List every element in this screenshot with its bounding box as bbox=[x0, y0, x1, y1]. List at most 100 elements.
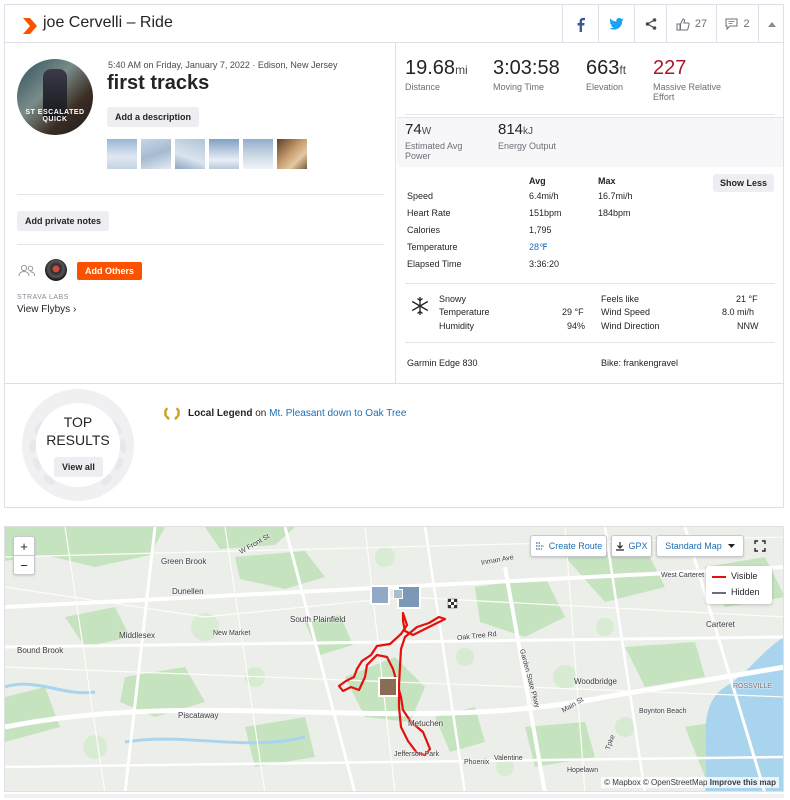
photo-marker[interactable] bbox=[370, 585, 390, 605]
photo-marker[interactable] bbox=[393, 585, 421, 609]
stat-power: 74W Estimated Avg Power bbox=[405, 121, 463, 161]
activity-card: joe Cervelli – Ride 27 2 ST ESCALATED QU… bbox=[4, 4, 784, 508]
weather-humidity-label: Humidity bbox=[439, 321, 475, 331]
weather-wind-dir-label: Wind Direction bbox=[601, 321, 660, 331]
twitter-icon bbox=[609, 18, 624, 30]
detail-row-avg: 28℉ bbox=[529, 242, 548, 252]
avatar-caption: ST ESCALATED QUICK bbox=[25, 109, 85, 123]
visible-swatch bbox=[712, 576, 726, 578]
stat-relative-effort[interactable]: 227 Massive Relative Effort bbox=[653, 57, 743, 102]
kudos-button[interactable]: 27 bbox=[666, 5, 716, 43]
place-label: Middlesex bbox=[119, 631, 156, 640]
show-less-button[interactable]: Show Less bbox=[713, 174, 775, 192]
place-label: Carteret bbox=[706, 620, 735, 629]
local-legend-laurel-icon bbox=[164, 407, 180, 420]
photo-marker[interactable] bbox=[378, 677, 398, 697]
place-label: Jefferson Park bbox=[394, 751, 440, 758]
weather-temperature-label: Temperature bbox=[439, 307, 490, 317]
map-attribution: © Mapbox © OpenStreetMap Improve this ma… bbox=[601, 777, 779, 788]
kudos-count: 27 bbox=[694, 18, 708, 30]
weather-temperature: 29 °F bbox=[562, 307, 584, 317]
facebook-share-button[interactable] bbox=[562, 5, 598, 43]
map-style-select[interactable]: Standard Map bbox=[656, 535, 744, 557]
stat-energy: 814kJ Energy Output bbox=[498, 121, 557, 151]
stat-moving-time: 3:03:58 Moving Time bbox=[493, 57, 560, 92]
strava-labs-label: STRAVA LABS bbox=[17, 294, 69, 301]
route-map[interactable]: Green Brook Dunellen Middlesex New Marke… bbox=[4, 526, 784, 792]
horizontal-scrollbar[interactable] bbox=[4, 794, 784, 798]
photo-thumbnail[interactable] bbox=[209, 139, 239, 169]
col-max-header: Max bbox=[598, 176, 616, 186]
share-button[interactable] bbox=[634, 5, 666, 43]
zoom-in-button[interactable]: + bbox=[13, 536, 35, 556]
weather-wind-dir: NNW bbox=[737, 321, 759, 331]
place-label: Bound Brook bbox=[17, 646, 64, 655]
group-icon bbox=[18, 264, 36, 277]
weather-wind-speed-label: Wind Speed bbox=[601, 307, 651, 317]
place-label: Valentine bbox=[494, 755, 523, 762]
page-title: joe Cervelli – Ride bbox=[43, 14, 173, 31]
divider bbox=[405, 114, 775, 115]
stat-elevation: 663ft Elevation bbox=[586, 57, 627, 92]
place-label: Boynton Beach bbox=[639, 708, 687, 715]
detail-row-label: Speed bbox=[407, 191, 434, 201]
place-label: West Carteret bbox=[661, 572, 705, 579]
place-label: ROSSVILLE bbox=[733, 683, 772, 690]
view-all-results-button[interactable]: View all bbox=[54, 457, 103, 477]
view-flybys-link[interactable]: View Flybys › bbox=[17, 304, 76, 315]
local-legend-achievement: Local Legend on Mt. Pleasant down to Oak… bbox=[188, 408, 406, 419]
photo-thumbnail[interactable] bbox=[243, 139, 273, 169]
col-avg-header: Avg bbox=[529, 176, 546, 186]
finish-flag-icon bbox=[447, 598, 458, 609]
improve-map-link[interactable]: Improve this map bbox=[710, 778, 776, 787]
collapse-button[interactable] bbox=[758, 5, 784, 43]
place-label: Green Brook bbox=[161, 557, 207, 566]
add-private-notes-button[interactable]: Add private notes bbox=[17, 211, 110, 231]
place-label: Woodbridge bbox=[574, 677, 617, 686]
activity-summary: ST ESCALATED QUICK 5:40 AM on Friday, Ja… bbox=[5, 43, 396, 383]
detail-row-label: Temperature bbox=[407, 242, 458, 252]
weather-wind-speed: 8.0 mi/h bbox=[722, 307, 755, 317]
detail-row-max: 184bpm bbox=[598, 208, 631, 218]
hidden-swatch bbox=[712, 592, 726, 594]
top-results-section: TOP RESULTS View all Local Legend on Mt.… bbox=[5, 383, 783, 507]
twitter-share-button[interactable] bbox=[598, 5, 634, 43]
zoom-out-button[interactable]: − bbox=[13, 555, 35, 575]
fullscreen-button[interactable] bbox=[748, 535, 772, 557]
detail-row-avg: 6.4mi/h bbox=[529, 191, 559, 201]
group-athlete-avatar[interactable] bbox=[45, 259, 67, 281]
place-label: Dunellen bbox=[172, 587, 204, 596]
power-band: 74W Estimated Avg Power 814kJ Energy Out… bbox=[397, 117, 783, 167]
activity-name: first tracks bbox=[107, 72, 210, 94]
divider bbox=[17, 194, 384, 195]
detail-row-avg: 151bpm bbox=[529, 208, 562, 218]
photo-thumbnail[interactable] bbox=[107, 139, 137, 169]
bike-name: Bike: frankengravel bbox=[601, 358, 679, 368]
comment-count: 2 bbox=[743, 18, 750, 30]
detail-row-avg: 1,795 bbox=[529, 225, 552, 235]
place-label: Hopelawn bbox=[567, 767, 599, 774]
photo-thumbnail[interactable] bbox=[141, 139, 171, 169]
attribution-text: © Mapbox © OpenStreetMap bbox=[604, 778, 708, 787]
comment-icon bbox=[725, 18, 738, 30]
add-others-button[interactable]: Add Others bbox=[77, 262, 143, 280]
strava-chevron-icon bbox=[23, 18, 37, 34]
local-legend-on: on bbox=[252, 408, 270, 419]
download-icon bbox=[616, 542, 625, 551]
create-route-button[interactable]: Create Route bbox=[530, 535, 607, 557]
segment-link[interactable]: Mt. Pleasant down to Oak Tree bbox=[269, 408, 406, 419]
photo-thumbnail[interactable] bbox=[175, 139, 205, 169]
detail-row-avg: 3:36:20 bbox=[529, 259, 560, 269]
place-label: South Plainfield bbox=[290, 615, 346, 624]
add-description-button[interactable]: Add a description bbox=[107, 107, 200, 127]
place-label: Piscataway bbox=[178, 711, 219, 720]
weather-condition: Snowy bbox=[439, 294, 467, 304]
chevron-down-icon bbox=[727, 544, 735, 548]
download-gpx-button[interactable]: GPX bbox=[611, 535, 652, 557]
comments-button[interactable]: 2 bbox=[716, 5, 758, 43]
photo-thumbnail[interactable] bbox=[277, 139, 307, 169]
fullscreen-icon bbox=[754, 540, 766, 552]
device-name: Garmin Edge 830 bbox=[407, 358, 478, 368]
athlete-avatar[interactable]: ST ESCALATED QUICK bbox=[17, 59, 93, 135]
detail-row-label: Elapsed Time bbox=[407, 259, 462, 269]
